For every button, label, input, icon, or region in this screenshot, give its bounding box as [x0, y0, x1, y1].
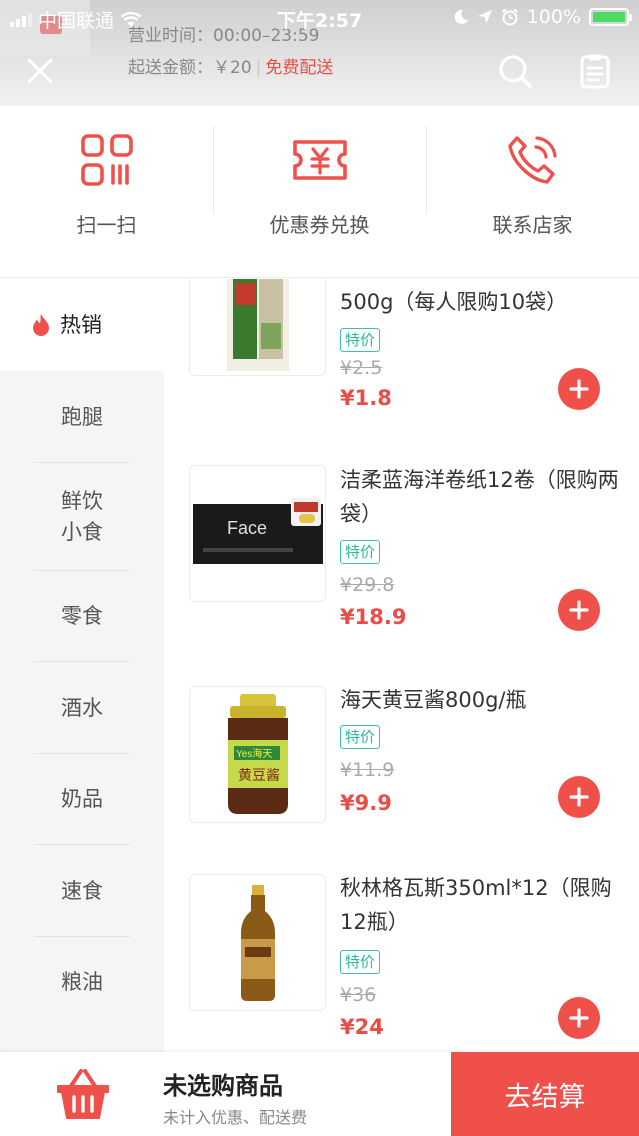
coupon-action[interactable]: 优惠券兑换 — [213, 106, 426, 277]
product-item[interactable]: 秋林格瓦斯350ml*12（限购12瓶） 特价 ¥36 ¥24 — [164, 874, 639, 1052]
coupon-icon — [291, 131, 349, 189]
product-list: 500g（每人限购10袋） 特价 ¥2.5 ¥1.8 Face 洁柔蓝海洋卷纸1… — [164, 279, 639, 1052]
plus-icon — [569, 379, 589, 399]
cart-status: 未选购商品 — [163, 1072, 283, 1100]
category-alcohol[interactable]: 酒水 — [0, 662, 164, 754]
coupon-label: 优惠券兑换 — [269, 213, 370, 237]
cart-bar: 未选购商品 未计入优惠、配送费 去结算 — [0, 1052, 639, 1136]
basket-icon — [57, 1069, 109, 1119]
category-label: 鲜饮 小食 — [61, 489, 103, 544]
product-image — [189, 279, 326, 376]
product-item[interactable]: 500g（每人限购10袋） 特价 ¥2.5 ¥1.8 — [164, 279, 639, 419]
phone-icon — [504, 131, 562, 189]
store-header: 营业时间：00:00–23:59 起送金额：￥20 | 免费配送 中国联通 下午2:… — [0, 0, 639, 278]
product-image: Yes海天 黄豆酱 — [189, 686, 326, 823]
category-sidebar: 热销 跑腿 鲜饮 小食 零食 酒水 奶品 速食 粮油 — [0, 279, 164, 1052]
separator: | — [255, 58, 262, 78]
product-name: 500g（每人限购10袋） — [340, 290, 568, 314]
category-label: 零食 — [61, 604, 103, 629]
close-button[interactable] — [21, 52, 59, 90]
order-list-button[interactable] — [576, 52, 614, 90]
product-image: Face — [189, 465, 326, 602]
close-icon — [27, 58, 53, 84]
original-price: ¥11.9 — [340, 759, 395, 781]
category-label: 粮油 — [61, 970, 103, 995]
special-price-tag: 特价 — [340, 725, 381, 749]
original-price: ¥36 — [340, 984, 377, 1006]
clipboard-icon — [580, 54, 610, 89]
category-errand[interactable]: 跑腿 — [0, 371, 164, 463]
product-label: Yes海天 — [236, 747, 272, 760]
battery-percent: 100% — [526, 6, 581, 28]
min-order-amount: 起送金额：￥20 — [128, 58, 252, 78]
contact-label: 联系店家 — [492, 213, 573, 237]
category-label: 热销 — [60, 312, 102, 337]
current-price: ¥1.8 — [340, 386, 392, 410]
product-label: 黄豆酱 — [238, 767, 280, 784]
scan-action[interactable]: 扫一扫 — [0, 106, 213, 277]
contact-action[interactable]: 联系店家 — [426, 106, 639, 277]
category-label: 跑腿 — [61, 404, 103, 429]
scan-icon — [78, 131, 136, 189]
special-price-tag: 特价 — [340, 328, 381, 352]
moon-icon — [454, 9, 468, 24]
category-instant-food[interactable]: 速食 — [0, 845, 164, 937]
category-label: 酒水 — [61, 695, 103, 720]
category-snacks[interactable]: 零食 — [0, 571, 164, 663]
product-image — [189, 874, 326, 1011]
flame-icon — [33, 314, 49, 336]
product-name: 海天黄豆酱800g/瓶 — [340, 688, 527, 712]
status-bar: 中国联通 下午2:57 100% — [0, 0, 639, 36]
add-to-cart-button[interactable] — [558, 589, 600, 631]
product-item[interactable]: Face 洁柔蓝海洋卷纸12卷（限购两袋） 特价 ¥29.8 ¥18.9 — [164, 465, 639, 645]
cart-button[interactable] — [54, 1066, 112, 1124]
current-price: ¥18.9 — [340, 605, 407, 629]
product-name: 秋林格瓦斯350ml*12（限购12瓶） — [340, 876, 612, 934]
scan-label: 扫一扫 — [76, 213, 137, 237]
store-min-order: 起送金额：￥20 | 免费配送 — [128, 53, 333, 78]
category-grain-oil[interactable]: 粮油 — [0, 937, 164, 1029]
original-price: ¥29.8 — [340, 574, 395, 596]
checkout-button[interactable]: 去结算 — [451, 1052, 639, 1136]
quick-actions: 扫一扫 优惠券兑换 联系店家 — [0, 106, 639, 278]
plus-icon — [569, 1008, 589, 1028]
search-button[interactable] — [496, 52, 534, 90]
location-icon — [477, 10, 492, 24]
cart-note: 未计入优惠、配送费 — [163, 1108, 308, 1127]
category-drinks-snacks[interactable]: 鲜饮 小食 — [0, 463, 164, 571]
free-delivery-label: 免费配送 — [265, 58, 334, 78]
add-to-cart-button[interactable] — [558, 776, 600, 818]
category-label: 速食 — [61, 878, 103, 903]
special-price-tag: 特价 — [340, 950, 381, 974]
add-to-cart-button[interactable] — [558, 997, 600, 1039]
special-price-tag: 特价 — [340, 540, 381, 564]
category-hot[interactable]: 热销 — [0, 279, 164, 371]
battery-icon — [589, 8, 632, 26]
product-item[interactable]: Yes海天 黄豆酱 海天黄豆酱800g/瓶 特价 ¥11.9 ¥9.9 — [164, 686, 639, 866]
original-price: ¥2.5 — [340, 357, 383, 379]
add-to-cart-button[interactable] — [558, 368, 600, 410]
category-dairy[interactable]: 奶品 — [0, 754, 164, 846]
product-label: Face — [227, 518, 267, 538]
category-label: 奶品 — [61, 787, 103, 812]
status-right: 100% — [453, 6, 632, 28]
plus-icon — [569, 600, 589, 620]
current-price: ¥9.9 — [340, 791, 392, 815]
current-price: ¥24 — [340, 1015, 384, 1039]
plus-icon — [569, 787, 589, 807]
product-name: 洁柔蓝海洋卷纸12卷（限购两袋） — [340, 468, 619, 526]
search-icon — [499, 55, 532, 88]
alarm-icon — [501, 8, 518, 26]
